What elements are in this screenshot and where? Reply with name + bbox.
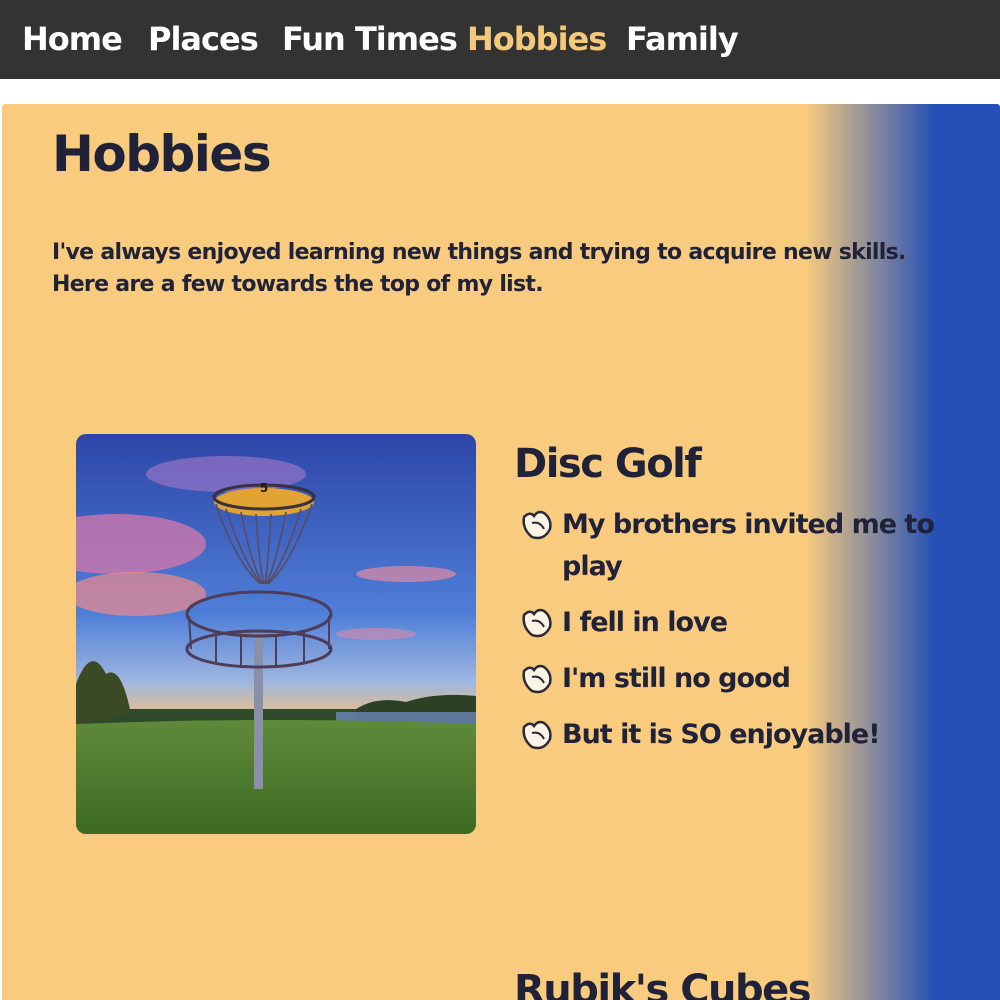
list-item: I fell in love	[516, 602, 936, 644]
content-panel: Hobbies I've always enjoyed learning new…	[2, 104, 1000, 1000]
list-item-text: My brothers invited me to play	[562, 509, 935, 582]
disc-golf-basket-photo: 5	[76, 434, 476, 834]
main-nav: Home Places Fun Times Hobbies Family	[0, 0, 1000, 79]
list-item: But it is SO enjoyable!	[516, 714, 936, 756]
disc-bullet-icon	[522, 608, 552, 638]
nav-places[interactable]: Places	[148, 16, 259, 62]
list-item: My brothers invited me to play	[516, 504, 936, 588]
list-item-text: I'm still no good	[562, 663, 791, 694]
hobby-title-rubiks-cubes: Rubik's Cubes	[514, 967, 812, 1000]
disc-bullet-icon	[522, 664, 552, 694]
svg-text:5: 5	[260, 481, 268, 495]
list-item: I'm still no good	[516, 658, 936, 700]
nav-home[interactable]: Home	[22, 16, 123, 62]
intro-text: I've always enjoyed learning new things …	[52, 240, 906, 297]
page-title: Hobbies	[52, 125, 272, 183]
list-item-text: But it is SO enjoyable!	[562, 719, 881, 750]
nav-hobbies[interactable]: Hobbies	[467, 16, 607, 62]
disc-bullet-icon	[522, 510, 552, 540]
hobby-title-disc-golf: Disc Golf	[514, 441, 702, 487]
disc-bullet-icon	[522, 720, 552, 750]
nav-family[interactable]: Family	[626, 16, 739, 62]
nav-fun-times[interactable]: Fun Times	[282, 16, 458, 62]
list-item-text: I fell in love	[562, 607, 728, 638]
disc-golf-list: My brothers invited me to play I fell in…	[516, 504, 936, 770]
